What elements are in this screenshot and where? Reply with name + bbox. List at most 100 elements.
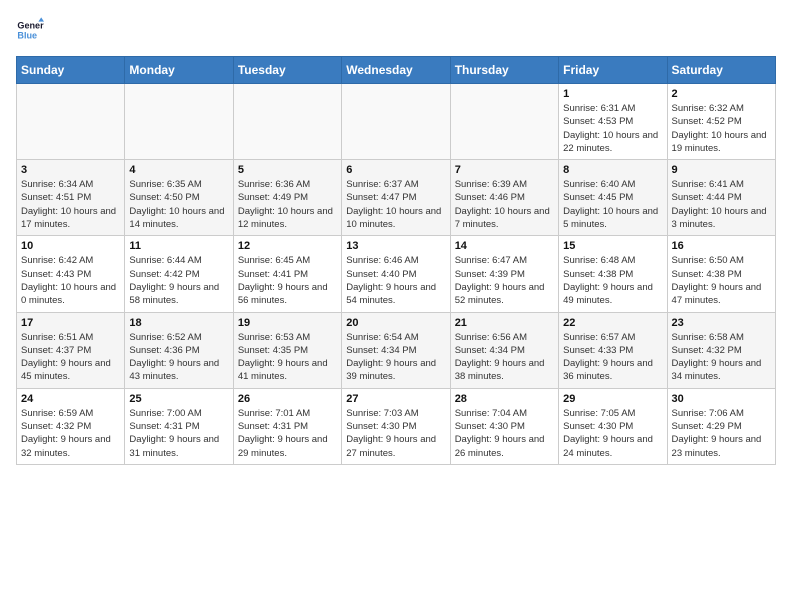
weekday-header-wednesday: Wednesday <box>342 57 450 84</box>
day-info: Sunrise: 6:47 AM Sunset: 4:39 PM Dayligh… <box>455 254 554 307</box>
day-info: Sunrise: 6:44 AM Sunset: 4:42 PM Dayligh… <box>129 254 228 307</box>
calendar-table: SundayMondayTuesdayWednesdayThursdayFrid… <box>16 56 776 465</box>
day-info: Sunrise: 6:52 AM Sunset: 4:36 PM Dayligh… <box>129 331 228 384</box>
calendar-cell: 13Sunrise: 6:46 AM Sunset: 4:40 PM Dayli… <box>342 236 450 312</box>
day-number: 1 <box>563 88 662 100</box>
day-number: 26 <box>238 393 337 405</box>
calendar-week-4: 17 Sunrise: 6:51 AM Sunset: 4:37 PM Dayli… <box>17 312 776 388</box>
calendar-cell: 9 Sunrise: 6:41 AM Sunset: 4:44 PM Daylig… <box>667 160 775 236</box>
calendar-cell: 12 Sunrise: 6:45 AM Sunset: 4:41 PM Dayli… <box>233 236 341 312</box>
day-info: Sunrise: 7:05 AM Sunset: 4:30 PM Dayligh… <box>563 407 662 460</box>
day-number: 8 <box>563 164 662 176</box>
calendar-cell: 17 Sunrise: 6:51 AM Sunset: 4:37 PM Dayli… <box>17 312 125 388</box>
calendar-cell: 4 Sunrise: 6:35 AM Sunset: 4:50 PM Daylig… <box>125 160 233 236</box>
day-info: Sunrise: 6:36 AM Sunset: 4:49 PM Dayligh… <box>238 178 337 231</box>
calendar-week-1: 1 Sunrise: 6:31 AM Sunset: 4:53 PM Daylig… <box>17 84 776 160</box>
calendar-cell: 28 Sunrise: 7:04 AM Sunset: 4:30 PM Dayli… <box>450 388 558 464</box>
calendar-cell: 10Sunrise: 6:42 AM Sunset: 4:43 PM Dayli… <box>17 236 125 312</box>
day-info: Sunrise: 7:00 AM Sunset: 4:31 PM Dayligh… <box>129 407 228 460</box>
weekday-header-monday: Monday <box>125 57 233 84</box>
day-info: Sunrise: 6:37 AM Sunset: 4:47 PM Dayligh… <box>346 178 445 231</box>
day-info: Sunrise: 6:56 AM Sunset: 4:34 PM Dayligh… <box>455 331 554 384</box>
day-number: 24 <box>21 393 120 405</box>
calendar-cell: 19 Sunrise: 6:53 AM Sunset: 4:35 PM Dayli… <box>233 312 341 388</box>
weekday-header-saturday: Saturday <box>667 57 775 84</box>
day-info: Sunrise: 6:34 AM Sunset: 4:51 PM Dayligh… <box>21 178 120 231</box>
day-number: 18 <box>129 317 228 329</box>
calendar-cell: 6 Sunrise: 6:37 AM Sunset: 4:47 PM Daylig… <box>342 160 450 236</box>
calendar-cell: 22 Sunrise: 6:57 AM Sunset: 4:33 PM Dayli… <box>559 312 667 388</box>
day-number: 22 <box>563 317 662 329</box>
logo: General Blue <box>16 16 48 44</box>
day-info: Sunrise: 6:58 AM Sunset: 4:32 PM Dayligh… <box>672 331 771 384</box>
day-number: 12 <box>238 240 337 252</box>
day-info: Sunrise: 7:04 AM Sunset: 4:30 PM Dayligh… <box>455 407 554 460</box>
calendar-cell: 30Sunrise: 7:06 AM Sunset: 4:29 PM Dayli… <box>667 388 775 464</box>
calendar-cell: 2 Sunrise: 6:32 AM Sunset: 4:52 PM Daylig… <box>667 84 775 160</box>
day-number: 14 <box>455 240 554 252</box>
day-number: 3 <box>21 164 120 176</box>
day-number: 21 <box>455 317 554 329</box>
calendar-cell <box>233 84 341 160</box>
calendar-cell <box>450 84 558 160</box>
page-header: General Blue <box>16 16 776 44</box>
calendar-cell: 7Sunrise: 6:39 AM Sunset: 4:46 PM Daylig… <box>450 160 558 236</box>
day-info: Sunrise: 6:31 AM Sunset: 4:53 PM Dayligh… <box>563 102 662 155</box>
calendar-cell: 21 Sunrise: 6:56 AM Sunset: 4:34 PM Dayli… <box>450 312 558 388</box>
logo-icon: General Blue <box>16 16 44 44</box>
calendar-cell: 15 Sunrise: 6:48 AM Sunset: 4:38 PM Dayli… <box>559 236 667 312</box>
day-number: 9 <box>672 164 771 176</box>
calendar-cell: 3 Sunrise: 6:34 AM Sunset: 4:51 PM Daylig… <box>17 160 125 236</box>
calendar-cell: 23Sunrise: 6:58 AM Sunset: 4:32 PM Dayli… <box>667 312 775 388</box>
day-info: Sunrise: 6:51 AM Sunset: 4:37 PM Dayligh… <box>21 331 120 384</box>
day-number: 25 <box>129 393 228 405</box>
day-info: Sunrise: 6:39 AM Sunset: 4:46 PM Dayligh… <box>455 178 554 231</box>
weekday-header-friday: Friday <box>559 57 667 84</box>
calendar-cell: 14 Sunrise: 6:47 AM Sunset: 4:39 PM Dayli… <box>450 236 558 312</box>
calendar-cell: 1 Sunrise: 6:31 AM Sunset: 4:53 PM Daylig… <box>559 84 667 160</box>
day-number: 17 <box>21 317 120 329</box>
calendar-cell: 26 Sunrise: 7:01 AM Sunset: 4:31 PM Dayli… <box>233 388 341 464</box>
day-number: 5 <box>238 164 337 176</box>
calendar-cell: 5 Sunrise: 6:36 AM Sunset: 4:49 PM Daylig… <box>233 160 341 236</box>
day-number: 29 <box>563 393 662 405</box>
calendar-cell: 25 Sunrise: 7:00 AM Sunset: 4:31 PM Dayli… <box>125 388 233 464</box>
calendar-cell: 8Sunrise: 6:40 AM Sunset: 4:45 PM Daylig… <box>559 160 667 236</box>
day-number: 27 <box>346 393 445 405</box>
day-number: 4 <box>129 164 228 176</box>
day-number: 2 <box>672 88 771 100</box>
day-number: 19 <box>238 317 337 329</box>
calendar-header-row: SundayMondayTuesdayWednesdayThursdayFrid… <box>17 57 776 84</box>
day-info: Sunrise: 6:46 AM Sunset: 4:40 PM Dayligh… <box>346 254 445 307</box>
day-number: 20 <box>346 317 445 329</box>
calendar-cell <box>125 84 233 160</box>
day-info: Sunrise: 6:50 AM Sunset: 4:38 PM Dayligh… <box>672 254 771 307</box>
day-info: Sunrise: 7:03 AM Sunset: 4:30 PM Dayligh… <box>346 407 445 460</box>
day-number: 15 <box>563 240 662 252</box>
weekday-header-sunday: Sunday <box>17 57 125 84</box>
day-number: 11 <box>129 240 228 252</box>
day-info: Sunrise: 6:57 AM Sunset: 4:33 PM Dayligh… <box>563 331 662 384</box>
calendar-cell: 24 Sunrise: 6:59 AM Sunset: 4:32 PM Dayli… <box>17 388 125 464</box>
day-info: Sunrise: 6:32 AM Sunset: 4:52 PM Dayligh… <box>672 102 771 155</box>
day-info: Sunrise: 6:41 AM Sunset: 4:44 PM Dayligh… <box>672 178 771 231</box>
day-info: Sunrise: 7:06 AM Sunset: 4:29 PM Dayligh… <box>672 407 771 460</box>
calendar-cell <box>342 84 450 160</box>
day-info: Sunrise: 6:45 AM Sunset: 4:41 PM Dayligh… <box>238 254 337 307</box>
weekday-header-thursday: Thursday <box>450 57 558 84</box>
day-info: Sunrise: 6:35 AM Sunset: 4:50 PM Dayligh… <box>129 178 228 231</box>
calendar-cell <box>17 84 125 160</box>
day-info: Sunrise: 6:48 AM Sunset: 4:38 PM Dayligh… <box>563 254 662 307</box>
calendar-cell: 27 Sunrise: 7:03 AM Sunset: 4:30 PM Dayli… <box>342 388 450 464</box>
day-info: Sunrise: 6:59 AM Sunset: 4:32 PM Dayligh… <box>21 407 120 460</box>
svg-text:Blue: Blue <box>17 30 37 40</box>
day-info: Sunrise: 6:53 AM Sunset: 4:35 PM Dayligh… <box>238 331 337 384</box>
svg-text:General: General <box>17 21 44 31</box>
calendar-week-2: 3 Sunrise: 6:34 AM Sunset: 4:51 PM Daylig… <box>17 160 776 236</box>
day-number: 6 <box>346 164 445 176</box>
calendar-cell: 20Sunrise: 6:54 AM Sunset: 4:34 PM Dayli… <box>342 312 450 388</box>
calendar-cell: 16Sunrise: 6:50 AM Sunset: 4:38 PM Dayli… <box>667 236 775 312</box>
day-number: 28 <box>455 393 554 405</box>
day-info: Sunrise: 7:01 AM Sunset: 4:31 PM Dayligh… <box>238 407 337 460</box>
calendar-week-5: 24 Sunrise: 6:59 AM Sunset: 4:32 PM Dayli… <box>17 388 776 464</box>
